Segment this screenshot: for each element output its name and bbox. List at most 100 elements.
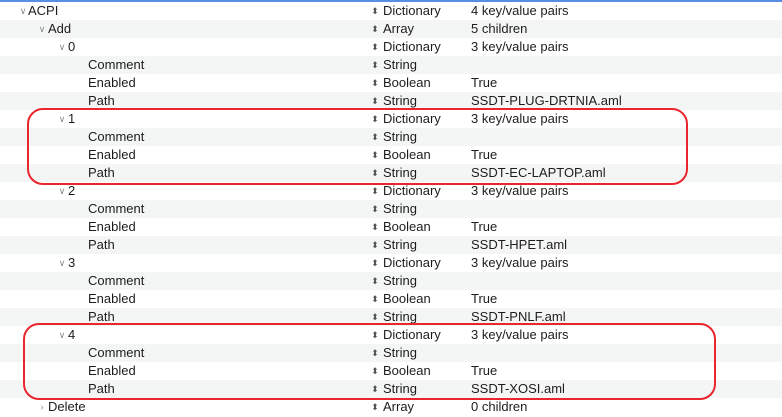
up-down-arrows-icon: ⬍ [371, 276, 379, 286]
plist-row[interactable]: Comment ⬍ String [0, 200, 782, 218]
plist-row[interactable]: Enabled ⬍ Boolean True [0, 290, 782, 308]
plist-row[interactable]: Enabled ⬍ Boolean True [0, 146, 782, 164]
type-label: Dictionary [383, 39, 441, 54]
type-label: String [383, 129, 417, 144]
up-down-arrows-icon: ⬍ [371, 60, 379, 70]
key-label: Comment [88, 273, 145, 288]
type-label: Boolean [383, 75, 431, 90]
plist-row[interactable]: › Delete ⬍ Array 0 children [0, 398, 782, 416]
key-label: Comment [88, 57, 145, 72]
value-cell[interactable]: SSDT-EC-LAPTOP.aml [471, 164, 606, 182]
value-cell[interactable]: 5 children [471, 20, 527, 38]
plist-row[interactable]: Comment ⬍ String [0, 272, 782, 290]
value-cell[interactable]: SSDT-HPET.aml [471, 236, 567, 254]
up-down-arrows-icon: ⬍ [371, 6, 379, 16]
key-label: ACPI [28, 3, 59, 18]
type-label: Boolean [383, 219, 431, 234]
type-label: String [383, 57, 417, 72]
type-label: Boolean [383, 291, 431, 306]
key-label: 2 [68, 183, 76, 198]
type-label: Dictionary [383, 111, 441, 126]
up-down-arrows-icon: ⬍ [371, 330, 379, 340]
value-cell[interactable]: SSDT-XOSI.aml [471, 380, 565, 398]
plist-row[interactable]: Path ⬍ String SSDT-EC-LAPTOP.aml [0, 164, 782, 182]
plist-row[interactable]: Enabled ⬍ Boolean True [0, 218, 782, 236]
plist-row[interactable]: Comment ⬍ String [0, 128, 782, 146]
key-label: Enabled [88, 363, 136, 378]
key-label: Path [88, 165, 115, 180]
key-label: Path [88, 309, 115, 324]
up-down-arrows-icon: ⬍ [371, 150, 379, 160]
chevron-down-icon[interactable]: ∨ [57, 38, 67, 56]
type-label: Array [383, 21, 415, 36]
value-cell[interactable]: True [471, 74, 497, 92]
plist-row[interactable]: Comment ⬍ String [0, 56, 782, 74]
up-down-arrows-icon: ⬍ [371, 366, 379, 376]
type-label: String [383, 237, 417, 252]
chevron-down-icon[interactable]: ∨ [57, 182, 67, 200]
plist-row[interactable]: ∨ Add ⬍ Array 5 children [0, 20, 782, 38]
chevron-down-icon[interactable]: ∨ [57, 326, 67, 344]
value-cell[interactable]: 0 children [471, 398, 527, 416]
up-down-arrows-icon: ⬍ [371, 186, 379, 196]
value-cell[interactable]: True [471, 362, 497, 380]
plist-row[interactable]: ∨ ACPI ⬍ Dictionary 4 key/value pairs [0, 2, 782, 20]
chevron-down-icon[interactable]: ∨ [18, 2, 28, 20]
key-label: Add [48, 21, 72, 36]
plist-row[interactable]: Path ⬍ String SSDT-PLUG-DRTNIA.aml [0, 92, 782, 110]
value-cell[interactable]: 3 key/value pairs [471, 182, 569, 200]
up-down-arrows-icon: ⬍ [371, 24, 379, 34]
type-label: Dictionary [383, 183, 441, 198]
chevron-down-icon[interactable]: ∨ [57, 110, 67, 128]
plist-row[interactable]: Enabled ⬍ Boolean True [0, 74, 782, 92]
plist-row[interactable]: ∨ 3 ⬍ Dictionary 3 key/value pairs [0, 254, 782, 272]
up-down-arrows-icon: ⬍ [371, 114, 379, 124]
type-label: String [383, 273, 417, 288]
up-down-arrows-icon: ⬍ [371, 402, 379, 412]
plist-outline: ∨ ACPI ⬍ Dictionary 4 key/value pairs ∨ Add ⬍ Ar… [0, 2, 782, 416]
type-label: String [383, 345, 417, 360]
plist-row[interactable]: ∨ 1 ⬍ Dictionary 3 key/value pairs [0, 110, 782, 128]
type-label: Array [383, 399, 415, 414]
value-cell[interactable]: SSDT-PNLF.aml [471, 308, 566, 326]
key-label: Enabled [88, 147, 136, 162]
key-label: Delete [48, 399, 86, 414]
chevron-down-icon[interactable]: ∨ [37, 20, 47, 38]
plist-row[interactable]: Enabled ⬍ Boolean True [0, 362, 782, 380]
type-label: String [383, 165, 417, 180]
type-label: Dictionary [383, 3, 441, 18]
key-label: Path [88, 93, 115, 108]
key-label: Path [88, 381, 115, 396]
up-down-arrows-icon: ⬍ [371, 258, 379, 268]
value-cell[interactable]: True [471, 218, 497, 236]
up-down-arrows-icon: ⬍ [371, 96, 379, 106]
key-label: 1 [68, 111, 76, 126]
plist-row[interactable]: Path ⬍ String SSDT-HPET.aml [0, 236, 782, 254]
value-cell[interactable]: True [471, 290, 497, 308]
plist-row[interactable]: ∨ 2 ⬍ Dictionary 3 key/value pairs [0, 182, 782, 200]
value-cell[interactable]: 3 key/value pairs [471, 110, 569, 128]
value-cell[interactable]: 4 key/value pairs [471, 2, 569, 20]
up-down-arrows-icon: ⬍ [371, 222, 379, 232]
key-label: Enabled [88, 219, 136, 234]
chevron-down-icon[interactable]: ∨ [57, 254, 67, 272]
value-cell[interactable]: 3 key/value pairs [471, 38, 569, 56]
value-cell[interactable]: SSDT-PLUG-DRTNIA.aml [471, 92, 622, 110]
up-down-arrows-icon: ⬍ [371, 312, 379, 322]
key-label: Comment [88, 201, 145, 216]
up-down-arrows-icon: ⬍ [371, 42, 379, 52]
key-label: Comment [88, 345, 145, 360]
chevron-right-icon[interactable]: › [37, 398, 47, 416]
value-cell[interactable]: 3 key/value pairs [471, 254, 569, 272]
plist-row[interactable]: ∨ 0 ⬍ Dictionary 3 key/value pairs [0, 38, 782, 56]
key-label: Enabled [88, 75, 136, 90]
plist-row[interactable]: Path ⬍ String SSDT-PNLF.aml [0, 308, 782, 326]
value-cell[interactable]: True [471, 146, 497, 164]
plist-row[interactable]: ∨ 4 ⬍ Dictionary 3 key/value pairs [0, 326, 782, 344]
value-cell[interactable]: 3 key/value pairs [471, 326, 569, 344]
plist-row[interactable]: Comment ⬍ String [0, 344, 782, 362]
up-down-arrows-icon: ⬍ [371, 294, 379, 304]
up-down-arrows-icon: ⬍ [371, 78, 379, 88]
plist-row[interactable]: Path ⬍ String SSDT-XOSI.aml [0, 380, 782, 398]
up-down-arrows-icon: ⬍ [371, 204, 379, 214]
